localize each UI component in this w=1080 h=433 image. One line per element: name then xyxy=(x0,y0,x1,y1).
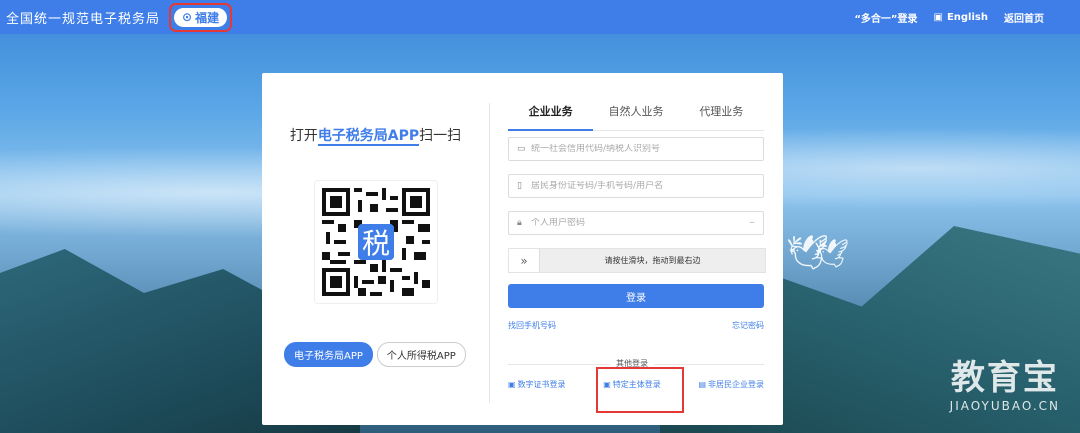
phone-icon: ▯ xyxy=(517,181,522,191)
watermark: 教育宝 JIAOYUBAO.CN xyxy=(950,361,1060,413)
location-pin-icon: ⊙ xyxy=(182,10,193,24)
card-divider xyxy=(489,103,490,403)
nonresident-icon: ▤ xyxy=(698,380,706,389)
home-link[interactable]: 返回首页 xyxy=(1004,10,1044,25)
dove-icon: 🕊 xyxy=(814,237,850,270)
login-button[interactable]: 登录 xyxy=(508,284,764,308)
site-title: 全国统一规范电子税务局 xyxy=(6,11,161,27)
password-field: 🔒︎ ⌣ xyxy=(508,211,764,235)
account-links: 找回手机号码 忘记密码 xyxy=(508,320,764,331)
scan-instruction: 打开电子税务局APP扫一扫 xyxy=(262,125,489,146)
credit-code-field: ▭ xyxy=(508,137,764,161)
top-bar: 全国统一规范电子税务局 ⊙ 福建 “多合一”登录 ▣ English 返回首页 xyxy=(0,0,1080,34)
certificate-login-label: 数字证书登录 xyxy=(517,380,566,389)
credit-code-input[interactable] xyxy=(531,144,763,154)
tab-individual[interactable]: 自然人业务 xyxy=(593,97,678,130)
scan-suffix: 扫一扫 xyxy=(419,128,462,144)
region-highlight: ⊙ 福建 xyxy=(169,2,233,32)
tab-enterprise[interactable]: 企业业务 xyxy=(508,97,594,131)
account-field: ▯ xyxy=(508,174,764,198)
slider-handle[interactable]: » xyxy=(509,249,540,272)
qr-code: 税 xyxy=(314,180,438,304)
english-label: English xyxy=(946,11,988,23)
english-link[interactable]: ▣ English xyxy=(934,12,989,23)
scan-app-name: 电子税务局APP xyxy=(317,128,420,146)
region-label: 福建 xyxy=(195,10,220,25)
password-input[interactable] xyxy=(531,218,750,228)
scan-prefix: 打开 xyxy=(289,128,318,144)
multi-login-link[interactable]: “多合一”登录 xyxy=(854,10,917,25)
certificate-icon: ▣ xyxy=(508,380,516,389)
nonresident-login-link[interactable]: ▤ 非居民企业登录 xyxy=(698,379,764,390)
eye-closed-icon[interactable]: ⌣ xyxy=(749,218,755,228)
login-tabs: 企业业务 自然人业务 代理业务 xyxy=(508,97,764,131)
watermark-en: JIAOYUBAO.CN xyxy=(949,399,1060,413)
specific-entity-highlight xyxy=(596,367,684,413)
app-switcher: 电子税务局APP 个人所得税APP xyxy=(284,342,466,367)
slider-instruction: 请按住滑块，拖动到最右边 xyxy=(604,256,701,265)
slider-captcha: » 请按住滑块，拖动到最右边 xyxy=(508,248,766,273)
tab-agent[interactable]: 代理业务 xyxy=(679,97,764,130)
svg-text:税: 税 xyxy=(362,227,390,260)
etax-app-button[interactable]: 电子税务局APP xyxy=(284,342,373,367)
login-card: 打开电子税务局APP扫一扫 税 电子税务局APP 个人所得税APP 企业业务 自… xyxy=(262,73,783,425)
certificate-login-link[interactable]: ▣ 数字证书登录 xyxy=(508,379,566,390)
region-selector[interactable]: ⊙ 福建 xyxy=(174,7,228,27)
forgot-password-link[interactable]: 忘记密码 xyxy=(732,320,764,331)
nonresident-login-label: 非居民企业登录 xyxy=(708,380,764,389)
account-input[interactable] xyxy=(531,181,763,191)
lock-icon: 🔒︎ xyxy=(517,218,522,228)
watermark-cn: 教育宝 xyxy=(950,358,1059,398)
id-card-icon: ▭ xyxy=(517,144,526,154)
iit-app-button[interactable]: 个人所得税APP xyxy=(376,342,466,367)
header-links: “多合一”登录 ▣ English 返回首页 xyxy=(854,10,1044,25)
recover-phone-link[interactable]: 找回手机号码 xyxy=(508,320,556,331)
language-icon: ▣ xyxy=(933,11,943,23)
